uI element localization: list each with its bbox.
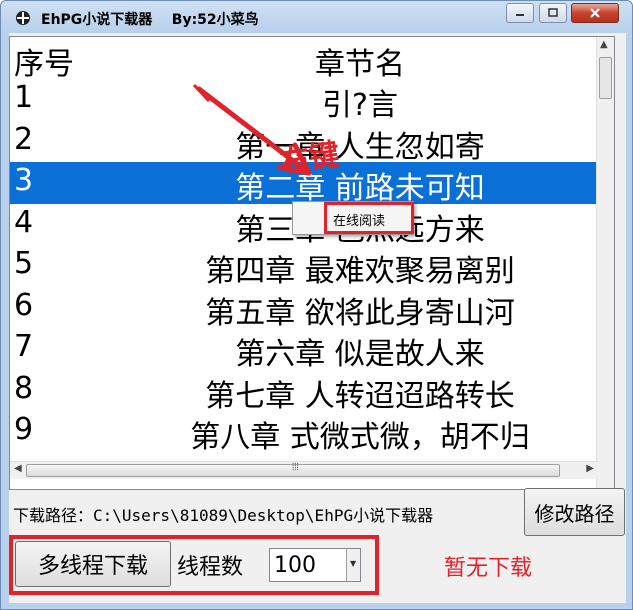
grip-icon: ⦙⦙⦙ [292,462,299,473]
window-title: EhPG小说下载器 By:52小菜鸟 [41,12,259,28]
row-number: 7 [14,329,34,364]
maximize-button[interactable] [539,3,567,23]
list-row[interactable]: 9 第八章 式微式微，胡不归 [10,411,614,455]
threads-label: 线程数 [177,555,244,580]
chevron-down-icon: ▼ [350,559,357,568]
close-icon [590,8,600,18]
close-button[interactable] [571,3,619,23]
row-number: 8 [14,370,34,406]
list-row[interactable]: 7 第六章 似是故人来 [10,328,614,372]
title-bar[interactable]: EhPG小说下载器 By:52小菜鸟 [1,1,632,37]
list-row[interactable]: 8 第七章 人转迢迢路转长 [10,370,614,414]
horizontal-scrollbar[interactable]: ◀ ⦙⦙⦙ ▶ [10,461,598,479]
minimize-icon [516,14,524,16]
dropdown-arrow[interactable]: ▼ [346,549,360,581]
multi-thread-download-button[interactable]: 多线程下载 [15,541,171,587]
change-path-button[interactable]: 修改路径 [524,488,625,536]
client-area: 序号 章节名 1引?言2第一章 人生忽如寄3第二章 前路未可知4第三章 岂灬远方… [9,33,626,603]
threads-value: 100 [274,553,316,578]
scroll-left-icon[interactable]: ◀ [14,463,22,474]
row-number: 9 [14,412,34,447]
app-window: EhPG小说下载器 By:52小菜鸟 序号 章节名 1 引?言 2 第一章 人生忽如寄… [0,0,633,610]
annotation-label: 右键 [277,136,342,180]
download-status: 暂无下载 [444,556,533,581]
row-chapter-name: 第六章 似是故人来 [235,337,485,372]
download-path-label: 下载路径：C:\Users\81089\Desktop\EhPG小说下载器 [13,506,434,525]
row-chapter-name: 第七章 人转迢迢路转长 [205,378,515,414]
threads-combobox[interactable]: 100 ▼ [269,548,361,582]
minimize-button[interactable] [506,3,534,23]
scroll-right-icon[interactable]: ▶ [586,463,594,474]
row-chapter-name: 第八章 式微式微，胡不归 [190,420,530,455]
app-icon [16,11,30,25]
maximize-icon [548,8,558,17]
horizontal-scroll-thumb[interactable]: ⦙⦙⦙ [26,462,560,477]
row-chapter-name: 第五章 欲将此身寄山河 [205,295,515,331]
